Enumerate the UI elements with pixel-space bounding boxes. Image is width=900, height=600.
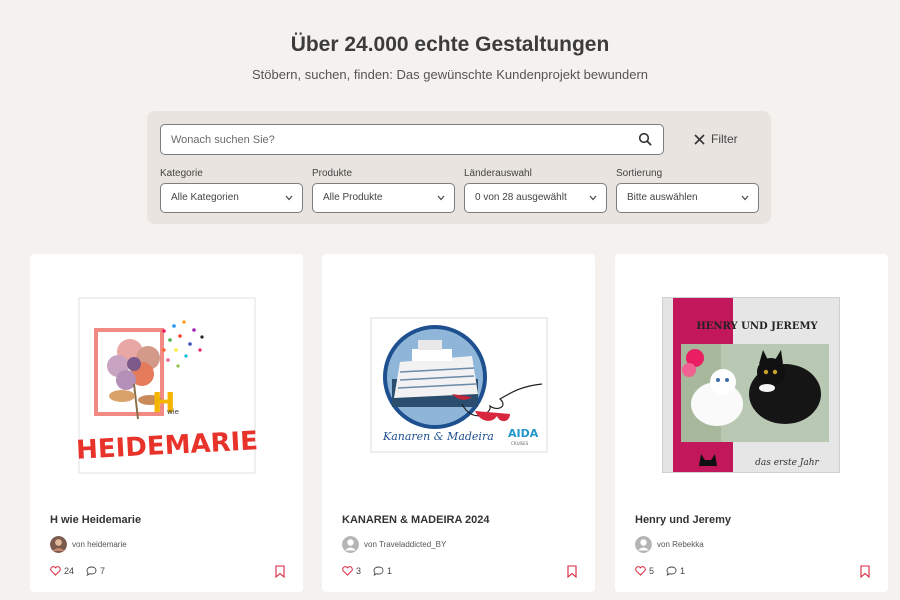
cover-title-text: Kanaren & Madeira [382,430,494,443]
card-author[interactable]: von heidemarie [50,535,127,553]
filter-sortierung: Sortierung Bitte auswählen [616,167,759,213]
filter-label: Filter [711,132,738,146]
page-title: Über 24.000 echte Gestaltungen [290,33,610,56]
search-panel: Filter Kategorie Alle Kategorien Produkt… [147,111,771,224]
card-image[interactable]: HENRY UND JEREMY das erste Jahr [615,254,888,504]
comment-icon[interactable] [666,566,677,576]
search-input[interactable] [161,125,631,154]
sortierung-select[interactable]: Bitte auswählen [616,183,759,213]
sortierung-select-value: Bitte auswählen [627,192,698,203]
kategorie-select-value: Alle Kategorien [171,192,239,203]
like-count: 5 [649,566,655,576]
bookmark-icon[interactable] [860,565,870,578]
filter-produkte: Produkte Alle Produkte [312,167,455,213]
card-title[interactable]: KANAREN & MADEIRA 2024 [342,514,490,526]
filter-label-produkte: Produkte [312,168,353,179]
comment-icon[interactable] [373,566,384,576]
avatar [342,535,359,553]
chevron-down-icon [437,195,445,201]
chevron-down-icon [741,195,749,201]
cover-title-text: HENRY UND JEREMY [696,321,818,332]
laenderauswahl-select[interactable]: 0 von 28 ausgewählt [464,183,607,213]
filter-laenderauswahl: Länderauswahl 0 von 28 ausgewählt [464,167,607,213]
filter-kategorie: Kategorie Alle Kategorien [160,167,303,213]
close-icon [694,133,705,145]
search-box[interactable] [160,124,664,155]
card-image[interactable]: Kanaren & Madeira AIDA CRUISES [322,254,595,504]
card-author[interactable]: von Traveladdicted_BY [342,535,446,553]
card-title[interactable]: Henry und Jeremy [635,514,731,526]
cover-sub-text: das erste Jahr [755,458,819,468]
bookmark-icon[interactable] [275,565,285,578]
filter-label-kategorie: Kategorie [160,168,203,179]
page-subtitle: Stöbern, suchen, finden: Das gewünschte … [251,67,649,82]
produkte-select[interactable]: Alle Produkte [312,183,455,213]
author-name: von Traveladdicted_BY [364,539,447,549]
heart-icon[interactable] [50,566,61,576]
like-count: 3 [356,566,362,576]
card-stats: 24 7 [50,566,105,576]
bookmark-icon[interactable] [567,565,577,578]
kategorie-select[interactable]: Alle Kategorien [160,183,303,213]
comment-count: 1 [387,566,393,576]
cover-logo-text: AIDA [508,427,539,440]
comment-icon[interactable] [86,566,97,576]
card-title[interactable]: H wie Heidemarie [50,514,141,526]
comment-count: 1 [680,566,686,576]
project-card[interactable]: Kanaren & Madeira AIDA CRUISES KANAREN &… [322,254,595,592]
filter-toggle-button[interactable]: Filter [694,131,738,147]
cover-image-heidemarie: H wie HEIDEMARIE [75,297,259,474]
produkte-select-value: Alle Produkte [323,192,383,203]
avatar [50,535,67,553]
card-image[interactable]: H wie HEIDEMARIE [30,254,303,504]
cover-image-kanaren: Kanaren & Madeira AIDA CRUISES [370,317,548,453]
cover-small-text: wie [167,408,179,416]
filter-label-sortierung: Sortierung [616,168,663,179]
filter-label-laenderauswahl: Länderauswahl [464,168,532,179]
search-icon[interactable] [638,132,652,146]
laenderauswahl-select-value: 0 von 28 ausgewählt [475,192,567,203]
chevron-down-icon [589,195,597,201]
card-stats: 5 1 [635,566,685,576]
heart-icon[interactable] [342,566,353,576]
cover-logo-sub: CRUISES [511,441,529,446]
card-author[interactable]: von Rebekka [635,535,704,553]
avatar [635,535,652,553]
project-card[interactable]: HENRY UND JEREMY das erste Jahr Henry un… [615,254,888,592]
cover-image-henry: HENRY UND JEREMY das erste Jahr [662,297,840,473]
comment-count: 7 [100,566,106,576]
heart-icon[interactable] [635,566,646,576]
author-name: von heidemarie [72,539,127,549]
project-card[interactable]: H wie HEIDEMARIE H wie Heidemarie von he… [30,254,303,592]
chevron-down-icon [285,195,293,201]
card-stats: 3 1 [342,566,392,576]
author-name: von Rebekka [657,539,704,549]
like-count: 24 [64,566,75,576]
